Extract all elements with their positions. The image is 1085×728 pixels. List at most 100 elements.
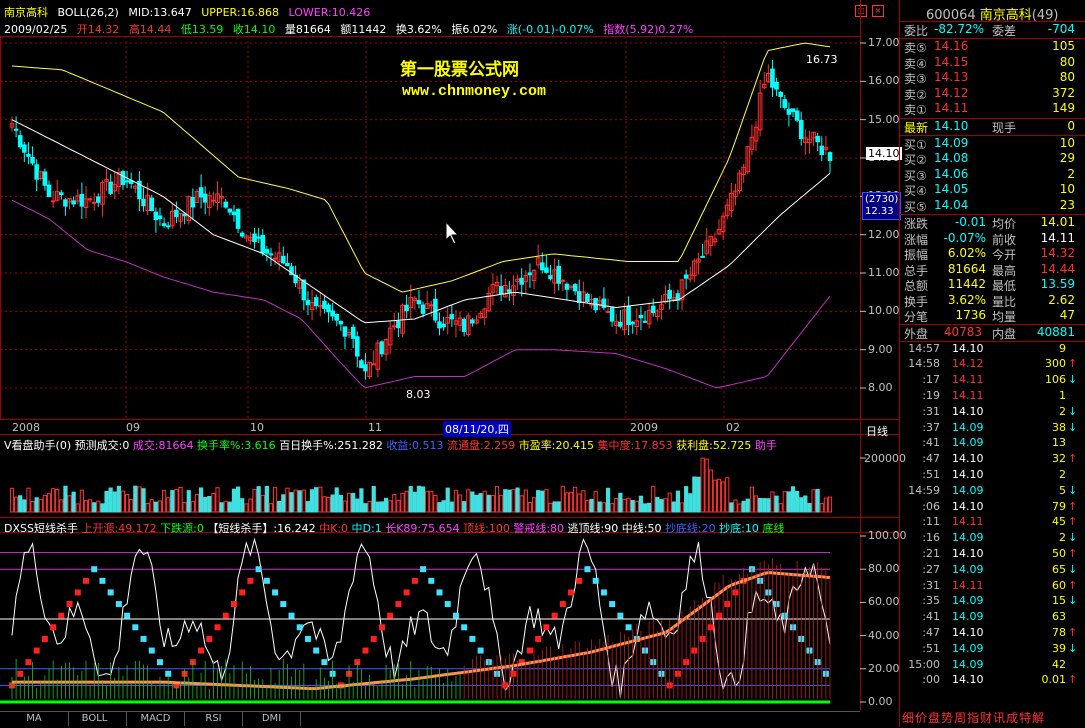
candle-body <box>124 180 130 183</box>
volume-bar <box>737 503 742 513</box>
tick-price: 14.10 <box>952 341 984 355</box>
waipan-value: 40783 <box>943 324 982 339</box>
volume-bar <box>655 496 660 513</box>
candle-body <box>256 236 261 239</box>
buy-level-price: 14.08 <box>934 151 969 165</box>
footer-tab[interactable]: 指 <box>967 711 980 725</box>
tick-time: :41 <box>922 610 940 624</box>
volume-bar <box>462 501 467 513</box>
kd-signal-dot <box>214 624 221 631</box>
candle-body <box>63 199 68 207</box>
period-label[interactable]: 日线 <box>866 423 888 439</box>
volume-bar <box>112 491 117 513</box>
price-tick-label: 15.00 <box>868 112 900 126</box>
kd-signal-dot <box>288 612 295 619</box>
tab-dmi[interactable]: DMI <box>243 711 301 726</box>
tick-time: :41 <box>922 436 940 450</box>
price-tag: 14.10 <box>866 147 902 160</box>
volume-bar <box>790 486 796 513</box>
volume-bar <box>178 486 183 513</box>
neipan-label: 内盘 <box>992 326 1017 341</box>
stat-value: 6.02% <box>947 246 986 260</box>
volume-bar <box>659 499 664 513</box>
tick-time: :00 <box>922 673 940 687</box>
volume-bar <box>104 490 109 513</box>
stat-value: 11442 <box>947 277 986 291</box>
volume-bar <box>194 493 200 513</box>
buy-level-vol: 29 <box>1059 151 1075 165</box>
tick-vol: 50 <box>1052 546 1066 560</box>
volume-bar <box>157 500 163 513</box>
tick-price: 14.09 <box>952 420 984 434</box>
footer-tab[interactable]: 财 <box>980 711 993 725</box>
candle-body <box>13 128 19 131</box>
kd-orange-line <box>12 571 831 691</box>
volume-bar <box>396 499 401 513</box>
tick-vol: 63 <box>1052 610 1066 624</box>
footer-tab[interactable]: 细 <box>902 711 915 725</box>
volume-bar <box>614 497 619 513</box>
last-price: 14.10 <box>934 118 969 133</box>
kd-signal-dot <box>452 612 459 619</box>
tick-direction-icon: ↓ <box>1068 641 1078 655</box>
volume-bar <box>679 502 685 513</box>
volume-bar <box>141 488 146 513</box>
footer-tab[interactable]: 价 <box>915 711 928 725</box>
tick-direction-icon: ↓ <box>1068 404 1078 418</box>
footer-tab[interactable]: 成 <box>1006 711 1019 725</box>
sell-level-vol: 105 <box>1052 39 1075 53</box>
stat-value: 14.44 <box>1040 261 1075 276</box>
footer-tab[interactable]: 解 <box>1032 711 1045 725</box>
sell-level-price: 14.12 <box>934 85 969 100</box>
volume-bar <box>667 492 672 513</box>
volume-bar <box>618 492 623 513</box>
footer-tab[interactable]: 盘 <box>928 711 941 725</box>
tick-time: :27 <box>922 562 940 576</box>
tab-ma[interactable]: MA <box>0 711 69 726</box>
weibi-value: -82.72% <box>934 22 985 36</box>
kd-item-2: 【短线杀手】:16.242 <box>207 522 316 535</box>
footer-tab[interactable]: 特 <box>1019 711 1032 725</box>
volume-bar <box>721 481 726 513</box>
stat-label: 总手 <box>904 263 929 278</box>
sell-level-label: 卖④ <box>904 56 927 71</box>
volume-bar <box>605 487 611 513</box>
buy-level-label: 买⑤ <box>904 199 927 214</box>
tab-macd[interactable]: MACD <box>127 711 185 726</box>
tab-boll[interactable]: BOLL <box>63 711 127 726</box>
kd-signal-dot <box>420 566 427 573</box>
tick-vol: 79 <box>1052 499 1066 513</box>
candle-body <box>827 152 833 162</box>
volume-bar <box>293 489 298 513</box>
tick-vol: 39 <box>1052 641 1066 655</box>
footer-tab[interactable]: 讯 <box>993 711 1006 725</box>
volume-bar <box>207 495 212 513</box>
volume-bar <box>211 493 216 513</box>
kd-signal-dot <box>362 647 369 654</box>
footer-tab[interactable]: 周 <box>954 711 967 725</box>
volume-bar <box>630 500 635 513</box>
volume-bar <box>124 493 130 513</box>
candle-body <box>626 306 631 325</box>
buy-level-price: 14.04 <box>934 197 969 212</box>
kd-signal-dot <box>609 601 616 608</box>
tick-direction-icon: ↑ <box>1068 673 1078 687</box>
tab-rsi[interactable]: RSI <box>185 711 243 726</box>
volume-bar <box>334 487 339 513</box>
volume-bar <box>527 501 533 513</box>
volume-bar <box>235 486 241 513</box>
volume-bar <box>416 485 422 513</box>
volume-bar <box>474 494 479 513</box>
candle-body <box>539 262 545 271</box>
volume-bar <box>92 502 97 513</box>
tick-time: :19 <box>922 388 940 402</box>
candle-body <box>420 304 426 314</box>
footer-tab[interactable]: 势 <box>941 711 954 725</box>
candle-body <box>650 305 656 314</box>
candle-body <box>120 171 126 186</box>
kd-signal-dot <box>625 624 632 631</box>
kd-signal-dot <box>115 601 122 608</box>
tick-direction-icon: ↑ <box>1068 625 1078 639</box>
kd-signal-dot <box>304 635 311 642</box>
volume-bar <box>470 491 475 513</box>
